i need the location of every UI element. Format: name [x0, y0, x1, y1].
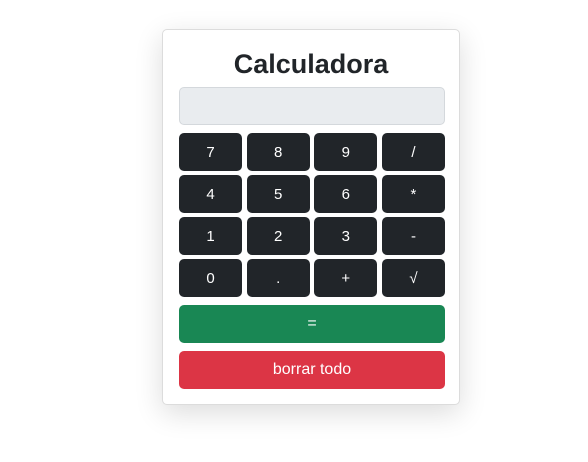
key-5-button[interactable]: 5 [246, 175, 310, 213]
equals-button[interactable]: = [179, 305, 445, 343]
key-7-button[interactable]: 7 [179, 133, 242, 171]
calculator-display[interactable] [179, 87, 445, 125]
multiply-button[interactable]: * [381, 175, 445, 213]
add-button[interactable]: + [314, 259, 378, 297]
clear-all-button[interactable]: borrar todo [179, 351, 445, 389]
key-4-button[interactable]: 4 [179, 175, 242, 213]
key-6-button[interactable]: 6 [314, 175, 378, 213]
divide-button[interactable]: / [381, 133, 445, 171]
key-8-button[interactable]: 8 [246, 133, 310, 171]
key-2-button[interactable]: 2 [246, 217, 310, 255]
key-3-button[interactable]: 3 [314, 217, 378, 255]
calculator-card: Calculadora 7 8 9 / 4 5 6 * 1 2 3 - 0 . … [162, 29, 460, 405]
key-0-button[interactable]: 0 [179, 259, 242, 297]
square-root-button[interactable]: √ [381, 259, 445, 297]
subtract-button[interactable]: - [381, 217, 445, 255]
key-9-button[interactable]: 9 [314, 133, 378, 171]
page-title: Calculadora [233, 49, 389, 79]
decimal-point-button[interactable]: . [246, 259, 310, 297]
key-1-button[interactable]: 1 [179, 217, 242, 255]
keypad: 7 8 9 / 4 5 6 * 1 2 3 - 0 . + √ [179, 133, 445, 297]
